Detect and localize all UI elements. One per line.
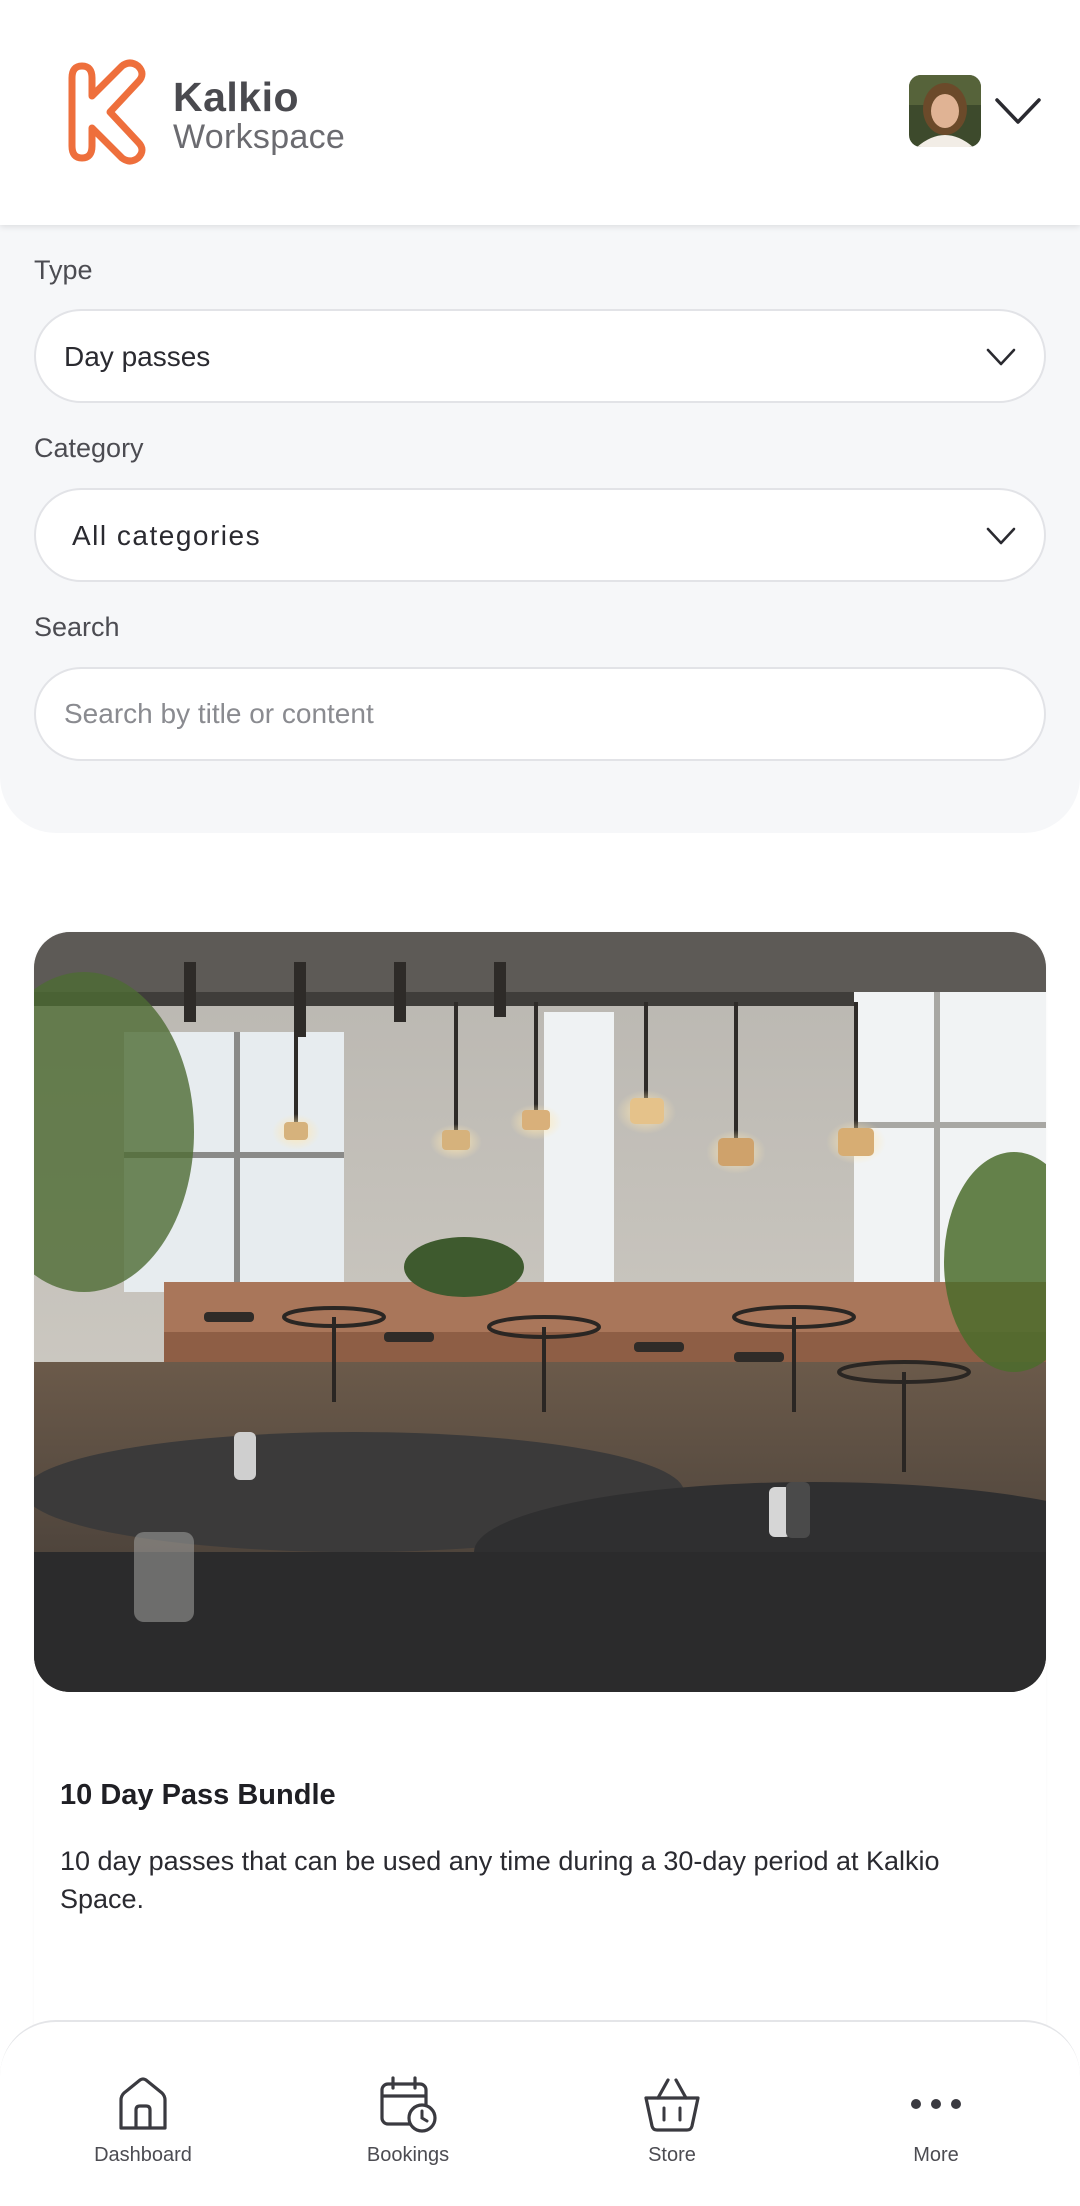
type-select[interactable]: Day passes bbox=[34, 309, 1046, 403]
chevron-down-icon bbox=[986, 527, 1016, 545]
account-chevron-down-icon[interactable] bbox=[994, 94, 1042, 128]
category-select[interactable]: All categories bbox=[34, 488, 1046, 582]
basket-icon bbox=[644, 2078, 700, 2132]
type-label: Type bbox=[34, 255, 93, 285]
category-select-value: All categories bbox=[72, 520, 262, 551]
search-input[interactable] bbox=[34, 667, 1046, 761]
bottom-navigation: Dashboard Bookings Store More bbox=[0, 2020, 1080, 2206]
type-select-value: Day passes bbox=[64, 341, 211, 372]
home-icon bbox=[119, 2077, 167, 2130]
nav-item-store[interactable]: Store bbox=[572, 2072, 772, 2182]
brand-subtitle: Workspace bbox=[173, 118, 346, 156]
search-label: Search bbox=[34, 612, 120, 642]
nav-label-dashboard: Dashboard bbox=[94, 2144, 192, 2166]
kalkio-logo-icon[interactable] bbox=[66, 58, 158, 166]
product-description: 10 day passes that can be used any time … bbox=[60, 1846, 940, 1914]
more-dots-icon bbox=[911, 2099, 961, 2109]
nav-label-more: More bbox=[913, 2144, 959, 2166]
brand-name: Kalkio bbox=[173, 74, 300, 120]
product-title[interactable]: 10 Day Pass Bundle bbox=[60, 1779, 336, 1812]
product-image[interactable] bbox=[34, 932, 1046, 1692]
nav-item-more[interactable]: More bbox=[836, 2072, 1036, 2182]
nav-item-bookings[interactable]: Bookings bbox=[308, 2072, 508, 2182]
chevron-down-icon bbox=[986, 348, 1016, 366]
app-header: Kalkio Workspace bbox=[0, 0, 1080, 225]
nav-label-bookings: Bookings bbox=[366, 2144, 450, 2166]
calendar-clock-icon bbox=[380, 2076, 437, 2133]
filter-panel: Type Day passes Category All categories … bbox=[0, 225, 1080, 833]
nav-item-dashboard[interactable]: Dashboard bbox=[43, 2072, 243, 2182]
category-label: Category bbox=[34, 433, 144, 463]
nav-label-store: Store bbox=[648, 2144, 696, 2166]
user-avatar[interactable] bbox=[909, 75, 981, 147]
